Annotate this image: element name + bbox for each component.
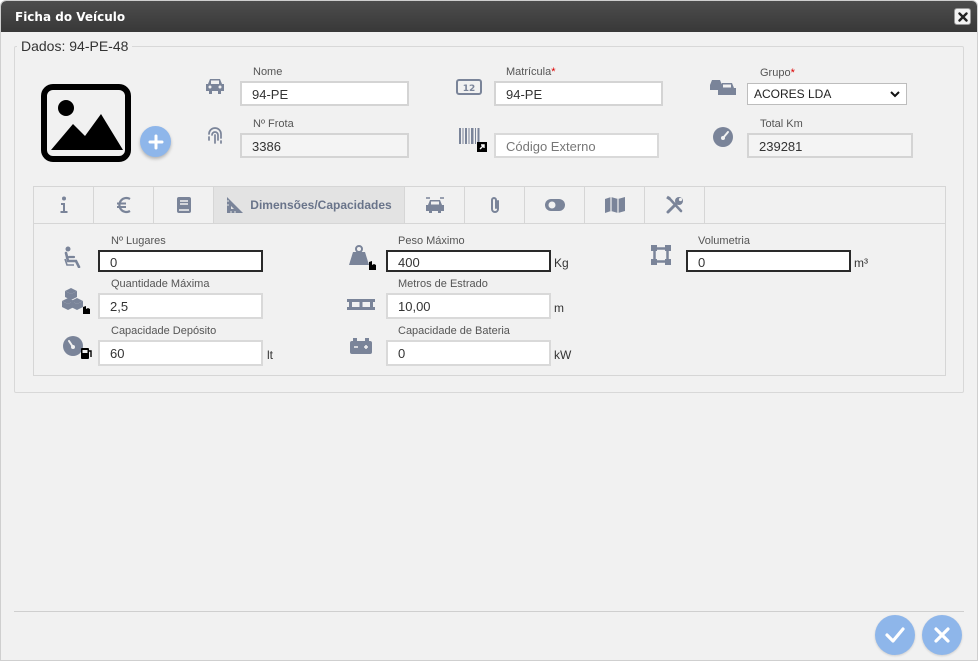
ruler-triangle-icon <box>227 197 244 213</box>
close-icon <box>934 627 950 643</box>
grupo-select[interactable]: ACORES LDA <box>747 83 907 105</box>
check-icon <box>885 627 905 643</box>
totalkm-label: Total Km <box>760 118 803 130</box>
matricula-input[interactable]: 94-PE <box>494 81 663 106</box>
image-placeholder-icon[interactable] <box>41 84 131 162</box>
quantidade-label: Quantidade Máxima <box>111 278 210 290</box>
car-group-icon <box>710 80 736 95</box>
grupo-label: Grupo* <box>760 67 795 79</box>
pallet-icon <box>347 299 375 310</box>
nome-label: Nome <box>253 66 283 78</box>
peso-label: Peso Máximo <box>398 235 465 247</box>
seat-icon <box>64 246 81 268</box>
bateria-unit: kW <box>554 348 572 362</box>
deposito-label: Capacidade Depósito <box>111 325 217 337</box>
boxes-icon <box>62 288 90 314</box>
fingerprint-icon <box>208 127 222 144</box>
tab-attachments[interactable] <box>465 187 525 223</box>
dialog-title: Ficha do Veículo <box>15 10 126 24</box>
frota-label: Nº Frota <box>253 118 294 130</box>
plus-icon <box>148 134 163 149</box>
totalkm-input[interactable]: 239281 <box>747 133 913 158</box>
peso-unit: Kg <box>554 256 569 270</box>
lugares-label: Nº Lugares <box>111 235 166 247</box>
close-dialog-button[interactable] <box>954 8 971 25</box>
estrado-unit: m <box>554 301 564 315</box>
confirm-button[interactable] <box>875 615 915 655</box>
tab-bar: Dimensões/Capacidades <box>33 186 946 224</box>
weight-icon <box>349 245 376 270</box>
tools-icon <box>665 195 683 214</box>
tab-toggle[interactable] <box>525 187 585 223</box>
tab-dimensions-label: Dimensões/Capacidades <box>250 198 392 212</box>
cancel-button[interactable] <box>922 615 962 655</box>
tab-info[interactable] <box>34 187 94 223</box>
codigo-externo-input[interactable]: Código Externo <box>494 133 659 158</box>
fuel-gauge-icon <box>63 336 92 359</box>
bateria-input[interactable]: 0 <box>386 340 551 366</box>
estrado-label: Metros de Estrado <box>398 278 488 290</box>
close-icon <box>957 11 968 22</box>
barcode-icon <box>459 128 487 152</box>
tab-costs[interactable] <box>94 187 154 223</box>
add-photo-button[interactable] <box>140 126 171 157</box>
matricula-label: Matrícula* <box>506 66 556 78</box>
fieldset-legend: Dados: 94-PE-48 <box>17 38 133 54</box>
volume-icon <box>651 245 671 265</box>
tab-dimensions[interactable]: Dimensões/Capacidades <box>214 187 405 223</box>
toggle-icon <box>544 199 565 211</box>
title-bar: Ficha do Veículo <box>1 1 977 32</box>
tab-vehicle-front[interactable] <box>405 187 465 223</box>
tab-maintenance[interactable] <box>645 187 705 223</box>
tab-documents[interactable] <box>154 187 214 223</box>
svg-text:12: 12 <box>463 84 476 94</box>
license-plate-icon: 12 <box>456 79 482 95</box>
volumetria-label: Volumetria <box>698 235 750 247</box>
vehicle-dialog: Ficha do Veículo Dados: 94-PE-48 Nome 94… <box>0 0 978 661</box>
bateria-label: Capacidade de Bateria <box>398 325 510 337</box>
speedometer-icon <box>713 127 733 147</box>
nome-input[interactable]: 94-PE <box>240 81 409 106</box>
book-icon <box>176 197 191 213</box>
lugares-input[interactable]: 0 <box>98 250 263 272</box>
volumetria-input[interactable]: 0 <box>686 250 851 272</box>
grupo-selected-value: ACORES LDA <box>754 87 832 101</box>
volumetria-unit: m³ <box>854 256 868 270</box>
battery-icon <box>350 338 372 354</box>
map-icon <box>604 197 625 213</box>
car-icon <box>206 79 224 94</box>
peso-input[interactable]: 400 <box>386 250 551 272</box>
tab-map[interactable] <box>585 187 645 223</box>
chevron-down-icon <box>890 91 900 98</box>
paperclip-icon <box>490 197 499 213</box>
deposito-input[interactable]: 60 <box>98 340 263 366</box>
quantidade-input[interactable]: 2,5 <box>98 293 263 319</box>
frota-input[interactable]: 3386 <box>240 133 409 158</box>
deposito-unit: lt <box>267 348 273 362</box>
estrado-input[interactable]: 10,00 <box>386 293 551 319</box>
euro-icon <box>116 196 131 214</box>
car-front-icon <box>425 197 444 213</box>
footer-divider <box>14 611 964 612</box>
info-icon <box>60 196 67 213</box>
